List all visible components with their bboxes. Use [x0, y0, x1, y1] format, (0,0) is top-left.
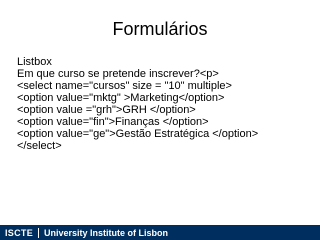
iscte-logo: ISCTE [5, 227, 34, 238]
body-line: <option value ="grh">GRH </option> [17, 104, 196, 116]
body-line: <option value="fin">Finanças </option> [17, 116, 209, 128]
footer-divider [38, 227, 40, 238]
slide-title: Formulários [112, 19, 208, 39]
institution-name: University Institute of Lisbon [44, 227, 169, 238]
body-line: <option value="mktg" >Marketing</option> [17, 92, 225, 104]
footer-bar: ISCTE University Institute of Lisbon [0, 225, 320, 240]
body-line: </select> [17, 140, 62, 152]
body-line: <select name="cursos" size = "10" multip… [17, 80, 232, 92]
body-line: Listbox [17, 56, 52, 68]
body-line: <option value="ge">Gestão Estratégica </… [17, 128, 259, 140]
slide-body: Listbox Em que curso se pretende inscrev… [17, 56, 317, 152]
body-line: Em que curso se pretende inscrever?<p> [17, 68, 219, 80]
